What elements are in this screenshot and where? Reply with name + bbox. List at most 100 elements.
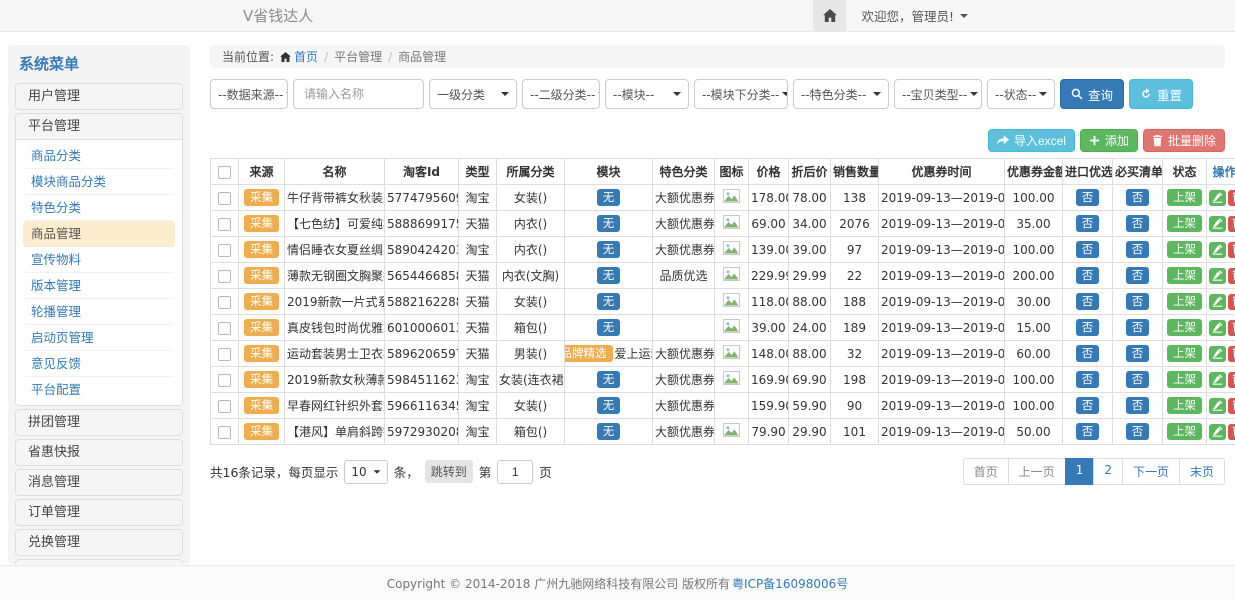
user-menu[interactable]: 欢迎您，管理员! <box>846 6 983 25</box>
reset-button[interactable]: 重置 <box>1129 79 1193 109</box>
edit-button[interactable] <box>1209 424 1226 440</box>
sidebar-section-order-management[interactable]: 订单管理 <box>16 500 182 525</box>
sidebar-section-group-buy-management[interactable]: 拼团管理 <box>16 410 182 435</box>
module-select[interactable]: --模块-- <box>605 79 689 109</box>
imported-toggle-button[interactable]: 否 <box>1076 215 1100 232</box>
name-search-input[interactable] <box>293 79 424 109</box>
imported-toggle-button[interactable]: 否 <box>1076 345 1100 362</box>
row-checkbox[interactable] <box>218 322 231 335</box>
edit-button[interactable] <box>1209 372 1226 388</box>
must-buy-toggle-button[interactable]: 否 <box>1126 345 1150 362</box>
page-2-button[interactable]: 2 <box>1093 458 1123 485</box>
page-1-button[interactable]: 1 <box>1065 458 1095 485</box>
select-all-checkbox[interactable] <box>218 166 231 179</box>
edit-button[interactable] <box>1209 294 1226 310</box>
status-button[interactable]: 上架 <box>1167 215 1202 232</box>
page-number-input[interactable] <box>497 460 533 484</box>
must-buy-toggle-button[interactable]: 否 <box>1126 371 1150 388</box>
edit-button[interactable] <box>1209 242 1226 258</box>
must-buy-toggle-button[interactable]: 否 <box>1126 397 1150 414</box>
must-buy-toggle-button[interactable]: 否 <box>1126 319 1150 336</box>
sidebar-section-saving-news[interactable]: 省惠快报 <box>16 440 182 465</box>
delete-button[interactable] <box>1228 268 1235 284</box>
breadcrumb-home-link[interactable]: 首页 <box>280 48 318 65</box>
imported-toggle-button[interactable]: 否 <box>1076 293 1100 310</box>
status-button[interactable]: 上架 <box>1167 241 1202 258</box>
sidebar-item-promo-materials[interactable]: 宣传物料 <box>23 247 175 273</box>
delete-button[interactable] <box>1228 424 1235 440</box>
sidebar-section-user-management[interactable]: 用户管理 <box>16 84 182 109</box>
edit-button[interactable] <box>1209 320 1226 336</box>
edit-button[interactable] <box>1209 346 1226 362</box>
imported-toggle-button[interactable]: 否 <box>1076 267 1100 284</box>
sidebar-item-splash-page-management[interactable]: 启动页管理 <box>23 325 175 351</box>
edit-button[interactable] <box>1209 216 1226 232</box>
row-checkbox[interactable] <box>218 218 231 231</box>
edit-button[interactable] <box>1209 268 1226 284</box>
add-button[interactable]: 添加 <box>1080 129 1138 152</box>
delete-button[interactable] <box>1228 294 1235 310</box>
page-next-button[interactable]: 下一页 <box>1122 458 1180 485</box>
home-button[interactable] <box>813 0 846 31</box>
icp-link[interactable]: 粤ICP备16098006号 <box>732 575 848 592</box>
status-button[interactable]: 上架 <box>1167 293 1202 310</box>
status-button[interactable]: 上架 <box>1167 371 1202 388</box>
sidebar-section-withdraw-management[interactable]: 提现管理 <box>16 560 182 564</box>
status-button[interactable]: 上架 <box>1167 189 1202 206</box>
row-checkbox[interactable] <box>218 400 231 413</box>
edit-button[interactable] <box>1209 190 1226 206</box>
must-buy-toggle-button[interactable]: 否 <box>1126 189 1150 206</box>
must-buy-toggle-button[interactable]: 否 <box>1126 423 1150 440</box>
data-source-select[interactable]: --数据来源-- <box>210 79 288 109</box>
sidebar-section-message-management[interactable]: 消息管理 <box>16 470 182 495</box>
sidebar-item-carousel-management[interactable]: 轮播管理 <box>23 299 175 325</box>
page-prev-button[interactable]: 上一页 <box>1008 458 1066 485</box>
status-button[interactable]: 上架 <box>1167 423 1202 440</box>
sidebar-item-feature-category[interactable]: 特色分类 <box>23 195 175 221</box>
row-checkbox[interactable] <box>218 296 231 309</box>
status-button[interactable]: 上架 <box>1167 345 1202 362</box>
item-type-select[interactable]: --宝贝类型-- <box>894 79 982 109</box>
feature-category-select[interactable]: --特色分类-- <box>793 79 889 109</box>
status-button[interactable]: 上架 <box>1167 319 1202 336</box>
per-page-select[interactable]: 10 <box>344 460 387 484</box>
sidebar-section-platform-management[interactable]: 平台管理 <box>16 114 182 139</box>
level2-category-select[interactable]: --二级分类-- <box>522 79 600 109</box>
import-excel-button[interactable]: 导入excel <box>988 129 1075 152</box>
sidebar-section-exchange-management[interactable]: 兑换管理 <box>16 530 182 555</box>
row-checkbox[interactable] <box>218 426 231 439</box>
row-checkbox[interactable] <box>218 192 231 205</box>
level1-category-select[interactable]: 一级分类 <box>429 79 517 109</box>
must-buy-toggle-button[interactable]: 否 <box>1126 241 1150 258</box>
sidebar-item-module-product-category[interactable]: 模块商品分类 <box>23 169 175 195</box>
delete-button[interactable] <box>1228 320 1235 336</box>
row-checkbox[interactable] <box>218 244 231 257</box>
imported-toggle-button[interactable]: 否 <box>1076 423 1100 440</box>
delete-button[interactable] <box>1228 398 1235 414</box>
row-checkbox[interactable] <box>218 270 231 283</box>
imported-toggle-button[interactable]: 否 <box>1076 319 1100 336</box>
delete-button[interactable] <box>1228 190 1235 206</box>
imported-toggle-button[interactable]: 否 <box>1076 371 1100 388</box>
imported-toggle-button[interactable]: 否 <box>1076 189 1100 206</box>
sidebar-item-product-management[interactable]: 商品管理 <box>23 221 175 247</box>
page-last-button[interactable]: 末页 <box>1179 458 1225 485</box>
edit-button[interactable] <box>1209 398 1226 414</box>
must-buy-toggle-button[interactable]: 否 <box>1126 215 1150 232</box>
status-button[interactable]: 上架 <box>1167 397 1202 414</box>
sidebar-item-feedback[interactable]: 意见反馈 <box>23 351 175 377</box>
delete-button[interactable] <box>1228 346 1235 362</box>
status-select[interactable]: --状态-- <box>987 79 1055 109</box>
sidebar-item-product-category[interactable]: 商品分类 <box>23 143 175 169</box>
module-subcategory-select[interactable]: --模块下分类-- <box>694 79 788 109</box>
search-button[interactable]: 查询 <box>1060 79 1124 109</box>
delete-button[interactable] <box>1228 372 1235 388</box>
imported-toggle-button[interactable]: 否 <box>1076 241 1100 258</box>
row-checkbox[interactable] <box>218 348 231 361</box>
sidebar-item-platform-config[interactable]: 平台配置 <box>23 377 175 402</box>
delete-button[interactable] <box>1228 216 1235 232</box>
jump-button[interactable]: 跳转到 <box>425 460 473 483</box>
delete-button[interactable] <box>1228 242 1235 258</box>
batch-delete-button[interactable]: 批量删除 <box>1143 129 1225 152</box>
page-first-button[interactable]: 首页 <box>963 458 1009 485</box>
